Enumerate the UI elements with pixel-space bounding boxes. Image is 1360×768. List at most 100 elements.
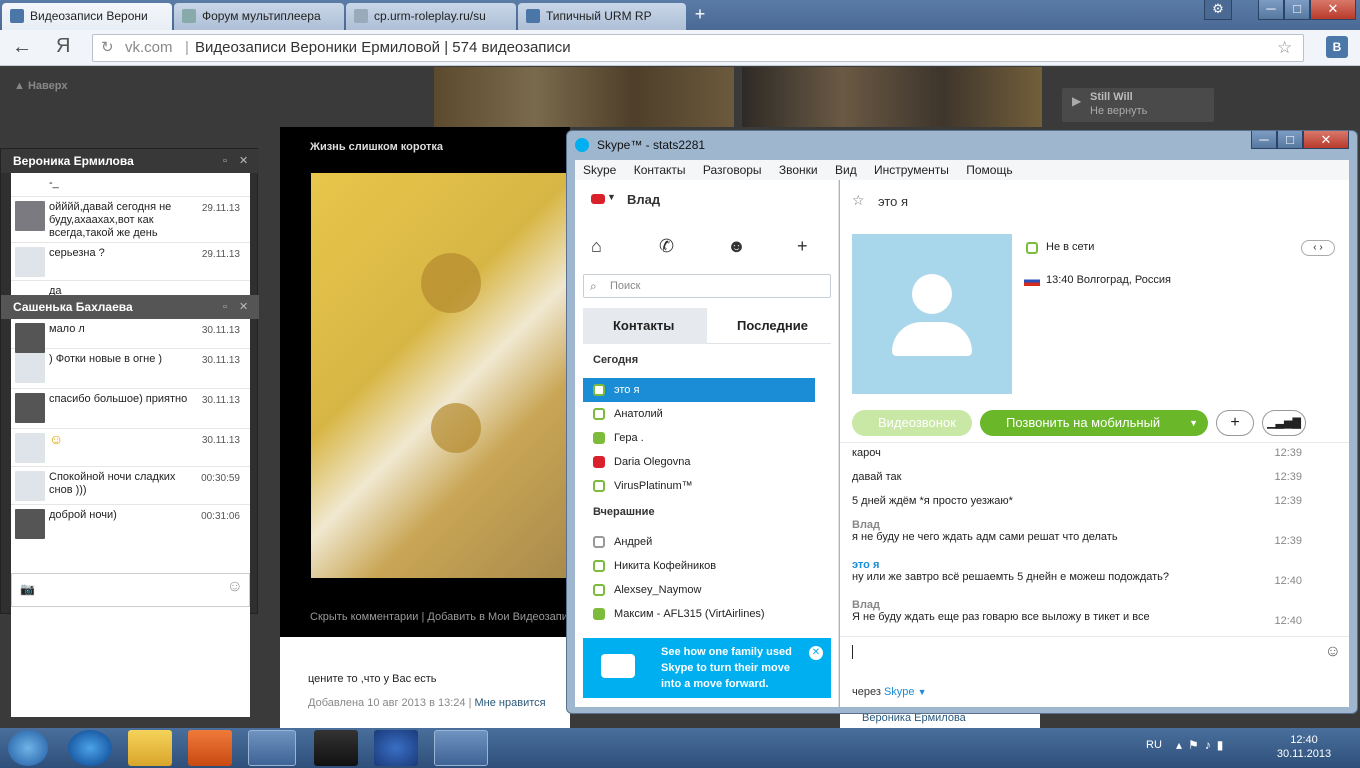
- contact-name: Анатолий: [614, 408, 663, 420]
- add-contact-icon[interactable]: +: [797, 236, 808, 257]
- tab-contacts[interactable]: Контакты: [583, 308, 707, 344]
- minimize-button[interactable]: ─: [1251, 131, 1277, 149]
- tab-contacts-label: Контакты: [613, 318, 675, 333]
- menu-help[interactable]: Помощь: [966, 163, 1012, 177]
- chat-header-sashenka[interactable]: Сашенька Бахлаева ▫ ✕: [1, 295, 259, 319]
- close-chat-icon[interactable]: ✕: [239, 295, 248, 319]
- message-time: 30.11.13: [201, 325, 240, 336]
- favorite-star-icon[interactable]: ☆: [852, 192, 865, 209]
- yandex-browser-taskbar-icon[interactable]: [248, 730, 296, 766]
- minimize-chat-icon[interactable]: ▫: [223, 295, 227, 319]
- settings-icon[interactable]: ⚙: [1204, 0, 1232, 20]
- menu-skype[interactable]: Skype: [583, 163, 616, 177]
- audio-widget[interactable]: ▶ Still Will Не вернуть: [1062, 88, 1214, 122]
- maximize-button[interactable]: □: [1277, 131, 1303, 149]
- new-tab-button[interactable]: +: [688, 4, 712, 24]
- menu-view[interactable]: Вид: [835, 163, 857, 177]
- urm-icon[interactable]: [314, 730, 358, 766]
- vk-extension-icon[interactable]: B: [1326, 36, 1348, 58]
- clock[interactable]: 12:40 30.11.2013: [1276, 733, 1332, 761]
- nav-arrows[interactable]: ‹ ›: [1301, 240, 1335, 256]
- owner-link[interactable]: Вероника Ермилова: [840, 712, 1040, 728]
- message: кароч 12:39: [852, 447, 1332, 459]
- ad-banner[interactable]: See how one family used Skype to turn th…: [583, 638, 831, 698]
- smiley-icon[interactable]: ☺: [227, 578, 243, 596]
- camera-icon[interactable]: 📷: [20, 582, 35, 596]
- chat-message: доброй ночи) 00:31:06: [11, 505, 250, 545]
- menu-tools[interactable]: Инструменты: [874, 163, 949, 177]
- video-thumb-strip-2[interactable]: [742, 67, 1042, 127]
- play-icon[interactable]: ▶: [1072, 94, 1081, 108]
- phone-icon[interactable]: ✆: [659, 236, 674, 257]
- tray-icons[interactable]: ▴⚑♪▮: [1176, 738, 1229, 752]
- via-skype-link[interactable]: Skype: [884, 686, 915, 698]
- start-button[interactable]: [8, 730, 48, 766]
- hide-comments-label[interactable]: Скрыть комментарии: [310, 611, 418, 623]
- contact-item[interactable]: Максим - AFL315 (VirtAirlines): [583, 602, 815, 626]
- skype-taskbar-icon[interactable]: [434, 730, 488, 766]
- current-user-name[interactable]: Влад: [627, 192, 660, 207]
- tab-recent[interactable]: Последние: [707, 308, 831, 344]
- yandex-button[interactable]: Я: [56, 35, 70, 58]
- emoticon-icon[interactable]: ☺: [1325, 643, 1341, 661]
- close-ad-icon[interactable]: ✕: [809, 646, 823, 660]
- chat-header-veronika[interactable]: Вероника Ермилова ▫ ✕: [1, 149, 259, 173]
- home-icon[interactable]: ⌂: [591, 236, 602, 257]
- contact-item[interactable]: VirusPlatinum™: [583, 474, 815, 498]
- chat-panel: Вероника Ермилова ▫ ✕ -_ ойййй,давай сег…: [0, 148, 259, 717]
- group-icon[interactable]: ☻: [727, 236, 746, 257]
- contact-item[interactable]: Анатолий: [583, 402, 815, 426]
- menu-calls[interactable]: Звонки: [779, 163, 818, 177]
- up-link[interactable]: ▲ Наверх: [14, 80, 67, 92]
- call-mobile-button[interactable]: Позвонить на мобильный ▼: [980, 410, 1208, 436]
- minimize-chat-icon[interactable]: ▫: [223, 149, 227, 173]
- status-busy-icon[interactable]: [591, 194, 605, 204]
- maximize-button[interactable]: □: [1284, 0, 1310, 20]
- tab-vk-videos[interactable]: Видеозаписи Верони: [2, 3, 172, 30]
- avatar[interactable]: [15, 201, 45, 231]
- language-indicator[interactable]: RU: [1146, 739, 1162, 751]
- contact-item[interactable]: Гера .: [583, 426, 815, 450]
- chevron-down-icon[interactable]: ▼: [1189, 410, 1198, 436]
- video-call-button[interactable]: Видеозвонок: [852, 410, 972, 436]
- close-button[interactable]: ✕: [1310, 0, 1356, 20]
- call-quality-icon[interactable]: ▁▃▅▇: [1262, 410, 1306, 436]
- menu-conversations[interactable]: Разговоры: [703, 163, 762, 177]
- minimize-button[interactable]: ─: [1258, 0, 1284, 20]
- tab-urm-rp[interactable]: Типичный URM RP: [518, 3, 686, 30]
- ie-icon[interactable]: [68, 730, 112, 766]
- conversation-pane: ☆ это я Не в сети 13:40 Волгоград, Росси…: [840, 180, 1349, 707]
- close-chat-icon[interactable]: ✕: [239, 149, 248, 173]
- message-input[interactable]: ☺: [840, 636, 1349, 674]
- close-button[interactable]: ✕: [1303, 131, 1349, 149]
- video-frame[interactable]: [311, 173, 571, 578]
- media-player-icon[interactable]: [188, 730, 232, 766]
- app-icon[interactable]: [374, 730, 418, 766]
- add-button[interactable]: +: [1216, 410, 1254, 436]
- avatar[interactable]: [15, 509, 45, 539]
- tab-forum[interactable]: Форум мультиплеера: [174, 3, 344, 30]
- like-link[interactable]: Мне нравится: [475, 697, 546, 709]
- status-icon: [593, 432, 605, 444]
- contact-item[interactable]: Никита Кофейников: [583, 554, 815, 578]
- contact-item-selected[interactable]: это я: [583, 378, 815, 402]
- contact-item[interactable]: Alexsey_Naymow: [583, 578, 815, 602]
- avatar[interactable]: [15, 393, 45, 423]
- contact-item[interactable]: Daria Olegovna: [583, 450, 815, 474]
- menu-contacts[interactable]: Контакты: [634, 163, 686, 177]
- reload-icon[interactable]: ↻: [101, 35, 114, 61]
- address-bar[interactable]: ↻ vk.com | Видеозаписи Вероники Ермилово…: [92, 34, 1304, 62]
- tab-cp-urm[interactable]: cp.urm-roleplay.ru/su: [346, 3, 516, 30]
- add-to-my-videos-link[interactable]: Добавить в Мои Видеозапи: [427, 611, 567, 623]
- back-button[interactable]: ←: [12, 36, 32, 59]
- video-thumb-strip[interactable]: [434, 67, 734, 127]
- chat-input[interactable]: 📷 ☺: [11, 573, 250, 607]
- bookmark-star-icon[interactable]: ☆: [1277, 35, 1292, 61]
- search-input[interactable]: ⌕ Поиск: [583, 274, 831, 298]
- contact-item[interactable]: Андрей: [583, 530, 815, 554]
- explorer-icon[interactable]: [128, 730, 172, 766]
- hide-comments-link[interactable]: Скрыть комментарии | Добавить в Мои Виде…: [310, 611, 568, 623]
- send-via[interactable]: через Skype ▼: [852, 686, 927, 698]
- chevron-down-icon[interactable]: ▼: [607, 192, 616, 202]
- chevron-down-icon[interactable]: ▼: [918, 687, 927, 697]
